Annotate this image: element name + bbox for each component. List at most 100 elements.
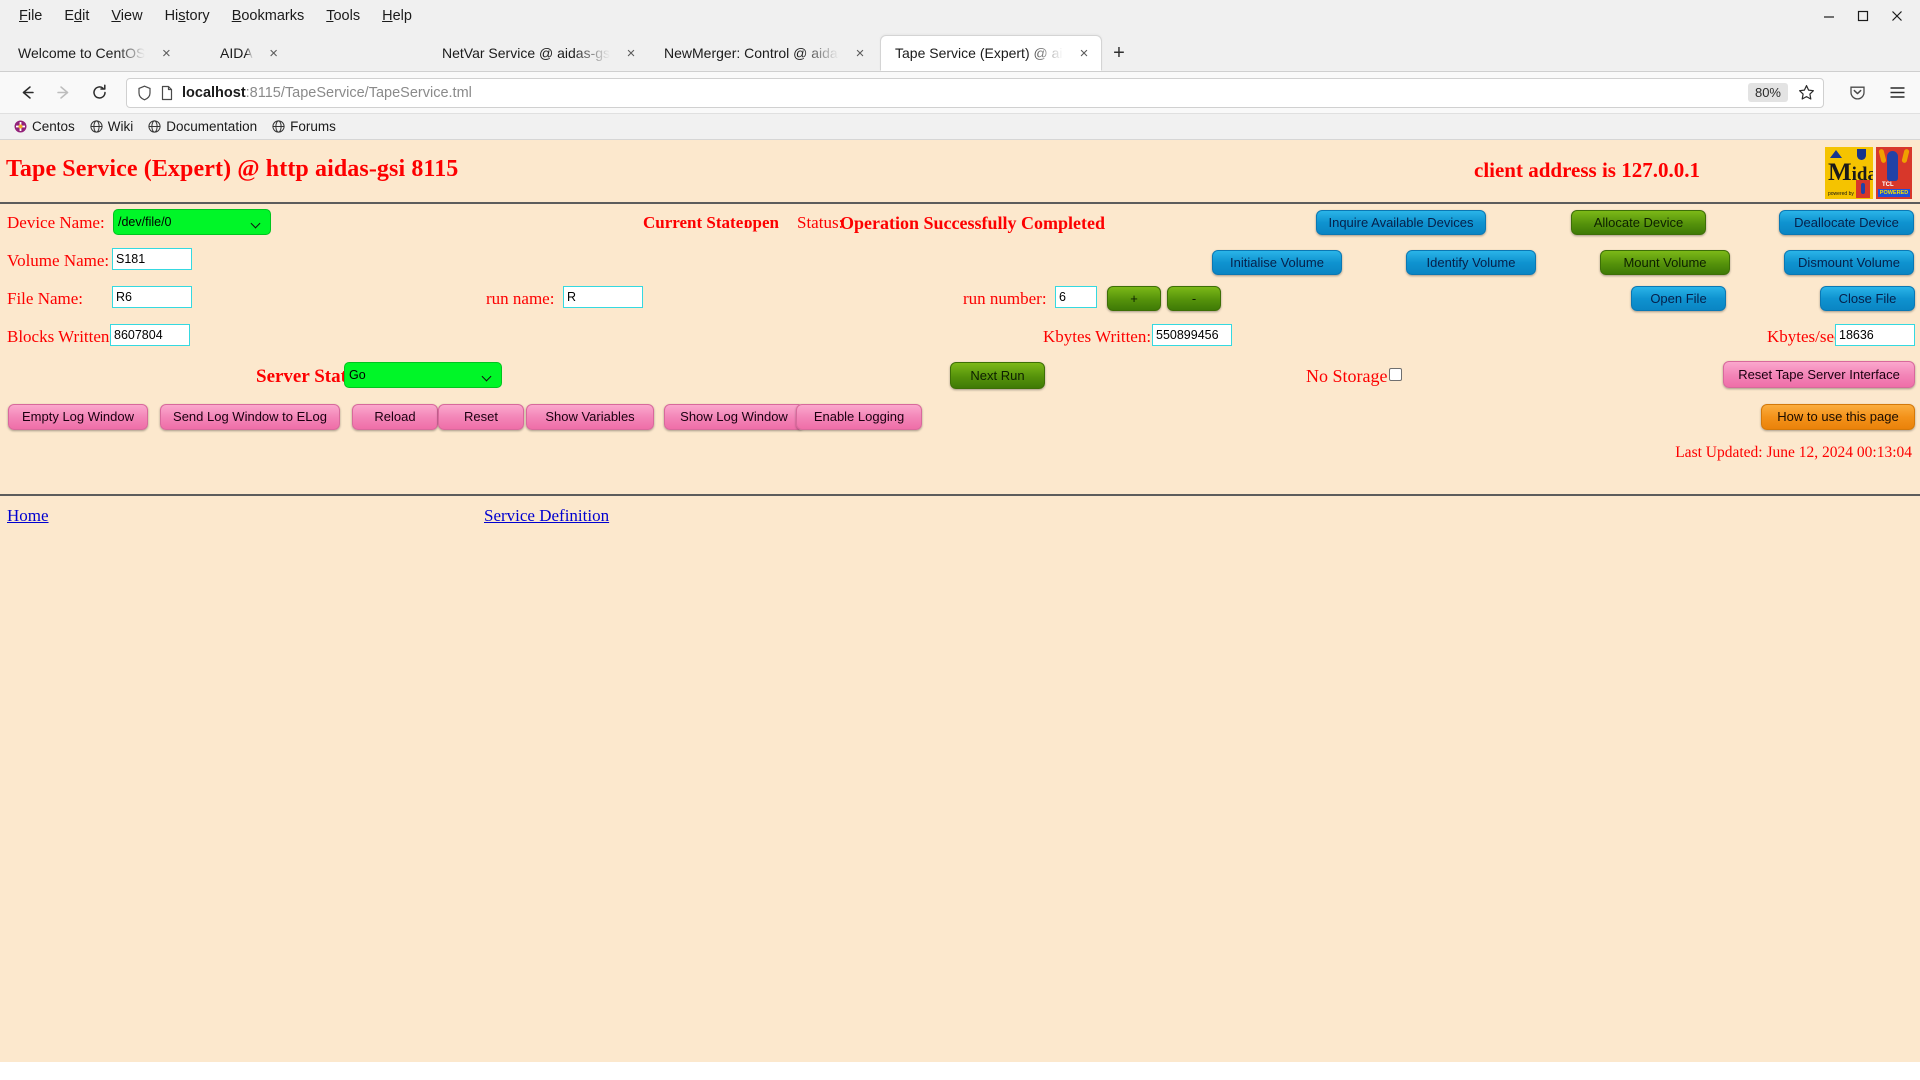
menu-help[interactable]: Help: [371, 4, 423, 28]
blocks-written-label: Blocks Written:: [7, 327, 115, 346]
forward-arrow-icon: [46, 78, 80, 108]
tab-label: Welcome to CentOS: [18, 45, 146, 61]
server-state-select[interactable]: Go: [344, 362, 502, 388]
server-state-select-wrap: Go: [344, 362, 502, 388]
maximize-icon[interactable]: [1846, 2, 1880, 30]
dismount-volume-button[interactable]: Dismount Volume: [1784, 250, 1914, 275]
close-icon[interactable]: ×: [1075, 44, 1093, 62]
menu-edit[interactable]: Edit: [53, 4, 100, 28]
tab-label: NetVar Service @ aidas-gsi: [442, 45, 610, 61]
menu-history[interactable]: History: [154, 4, 221, 28]
centos-logo-icon: [14, 120, 27, 133]
menu-view[interactable]: View: [100, 4, 153, 28]
server-state-label: Server State: [256, 366, 356, 387]
open-file-button[interactable]: Open File: [1631, 286, 1726, 311]
url-bar[interactable]: localhost:8115/TapeService/TapeService.t…: [126, 77, 1824, 108]
device-name-select-wrap: /dev/file/0: [113, 209, 271, 235]
menu-file[interactable]: File: [8, 4, 53, 28]
footer-links: Home Service Definition: [0, 496, 1920, 536]
empty-log-window-button[interactable]: Empty Log Window: [8, 404, 148, 430]
page-info-icon[interactable]: [160, 85, 174, 101]
kbytes-written-input[interactable]: [1152, 324, 1232, 346]
device-name-label: Device Name:: [7, 213, 105, 232]
hamburger-menu-icon[interactable]: [1884, 78, 1910, 108]
status-value: Operation Successfully Completed: [840, 213, 1105, 233]
bookmark-label: Documentation: [166, 119, 258, 134]
reset-tape-server-interface-button[interactable]: Reset Tape Server Interface: [1723, 361, 1915, 388]
close-icon[interactable]: ×: [851, 44, 869, 62]
run-number-input[interactable]: [1055, 286, 1097, 308]
tab-netvar-service[interactable]: NetVar Service @ aidas-gsi ×: [428, 35, 648, 71]
run-name-input[interactable]: [563, 286, 643, 308]
no-storage-checkbox[interactable]: [1389, 368, 1402, 381]
allocate-device-button[interactable]: Allocate Device: [1571, 210, 1706, 235]
close-icon[interactable]: ×: [265, 44, 283, 62]
back-arrow-icon[interactable]: [10, 78, 44, 108]
blocks-written-input[interactable]: [110, 324, 190, 346]
mount-volume-button[interactable]: Mount Volume: [1600, 250, 1730, 275]
menu-bookmarks[interactable]: Bookmarks: [221, 4, 316, 28]
zoom-level-indicator[interactable]: 80%: [1747, 83, 1788, 102]
reload-button[interactable]: Reload: [352, 404, 438, 430]
pocket-save-icon[interactable]: [1844, 78, 1870, 108]
file-name-input[interactable]: [112, 286, 192, 308]
tab-label: AIDA: [220, 45, 253, 61]
minimize-icon[interactable]: [1812, 2, 1846, 30]
service-definition-link[interactable]: Service Definition: [484, 506, 609, 526]
identify-volume-button[interactable]: Identify Volume: [1406, 250, 1536, 275]
globe-icon: [272, 120, 285, 133]
tab-bar: Welcome to CentOS × AIDA × NetVar Servic…: [0, 32, 1920, 72]
close-file-button[interactable]: Close File: [1820, 286, 1915, 311]
tab-aida[interactable]: AIDA ×: [206, 35, 426, 71]
run-number-decrement-button[interactable]: -: [1167, 286, 1221, 311]
close-icon[interactable]: [1880, 2, 1914, 30]
inquire-available-devices-button[interactable]: Inquire Available Devices: [1316, 210, 1486, 235]
how-to-use-this-page-button[interactable]: How to use this page: [1761, 404, 1915, 430]
deallocate-device-button[interactable]: Deallocate Device: [1779, 210, 1914, 235]
send-log-window-to-elog-button[interactable]: Send Log Window to ELog: [160, 404, 340, 430]
navbar-right-actions: [1832, 78, 1910, 108]
no-storage-label: No Storage: [1306, 366, 1388, 386]
home-link[interactable]: Home: [7, 506, 49, 526]
tab-welcome-to-centos[interactable]: Welcome to CentOS ×: [4, 35, 204, 71]
reload-icon[interactable]: [82, 78, 116, 108]
enable-logging-button[interactable]: Enable Logging: [796, 404, 922, 430]
current-state-label: Current State:: [643, 213, 749, 232]
device-name-select[interactable]: /dev/file/0: [113, 209, 271, 235]
window-controls: [1812, 0, 1914, 32]
menu-bar: File Edit View History Bookmarks Tools H…: [0, 0, 1920, 32]
close-icon[interactable]: ×: [157, 44, 175, 62]
globe-icon: [148, 120, 161, 133]
bookmark-forums[interactable]: Forums: [268, 117, 344, 136]
bookmark-centos[interactable]: Centos: [10, 117, 83, 136]
bookmark-star-icon[interactable]: [1798, 84, 1817, 101]
bookmark-documentation[interactable]: Documentation: [144, 117, 265, 136]
next-run-button[interactable]: Next Run: [950, 362, 1045, 389]
status-label: Status:: [797, 213, 844, 232]
volume-name-label: Volume Name:: [7, 251, 110, 270]
tab-tape-service-expert[interactable]: Tape Service (Expert) @ aidas-gsi ×: [880, 35, 1102, 71]
tape-service-page: Tape Service (Expert) @ http aidas-gsi 8…: [0, 140, 1920, 1062]
url-path: :8115/TapeService/TapeService.tml: [245, 84, 472, 101]
volume-name-input[interactable]: [112, 248, 192, 270]
tab-label: NewMerger: Control @ aidas-gsi: [664, 45, 839, 61]
browser-chrome: File Edit View History Bookmarks Tools H…: [0, 0, 1920, 140]
file-name-label: File Name:: [7, 289, 84, 308]
kbytes-per-sec-input[interactable]: [1835, 324, 1915, 346]
client-address-text: client address is 127.0.0.1: [1474, 158, 1700, 182]
bookmarks-bar: Centos Wiki Documentation Forums: [0, 114, 1920, 140]
tab-newmerger-control[interactable]: NewMerger: Control @ aidas-gsi ×: [650, 35, 878, 71]
reset-button[interactable]: Reset: [438, 404, 524, 430]
url-host: localhost: [182, 84, 246, 101]
logo-group: Midas powered by TCL POWERED: [1825, 147, 1912, 199]
new-tab-button[interactable]: +: [1104, 38, 1134, 68]
url-text: localhost:8115/TapeService/TapeService.t…: [182, 85, 1748, 101]
close-icon[interactable]: ×: [622, 44, 640, 62]
bookmark-wiki[interactable]: Wiki: [86, 117, 142, 136]
menu-tools[interactable]: Tools: [315, 4, 371, 28]
show-variables-button[interactable]: Show Variables: [526, 404, 654, 430]
show-log-window-button[interactable]: Show Log Window: [664, 404, 804, 430]
shield-icon: [137, 85, 152, 101]
initialise-volume-button[interactable]: Initialise Volume: [1212, 250, 1342, 275]
run-number-increment-button[interactable]: +: [1107, 286, 1161, 311]
